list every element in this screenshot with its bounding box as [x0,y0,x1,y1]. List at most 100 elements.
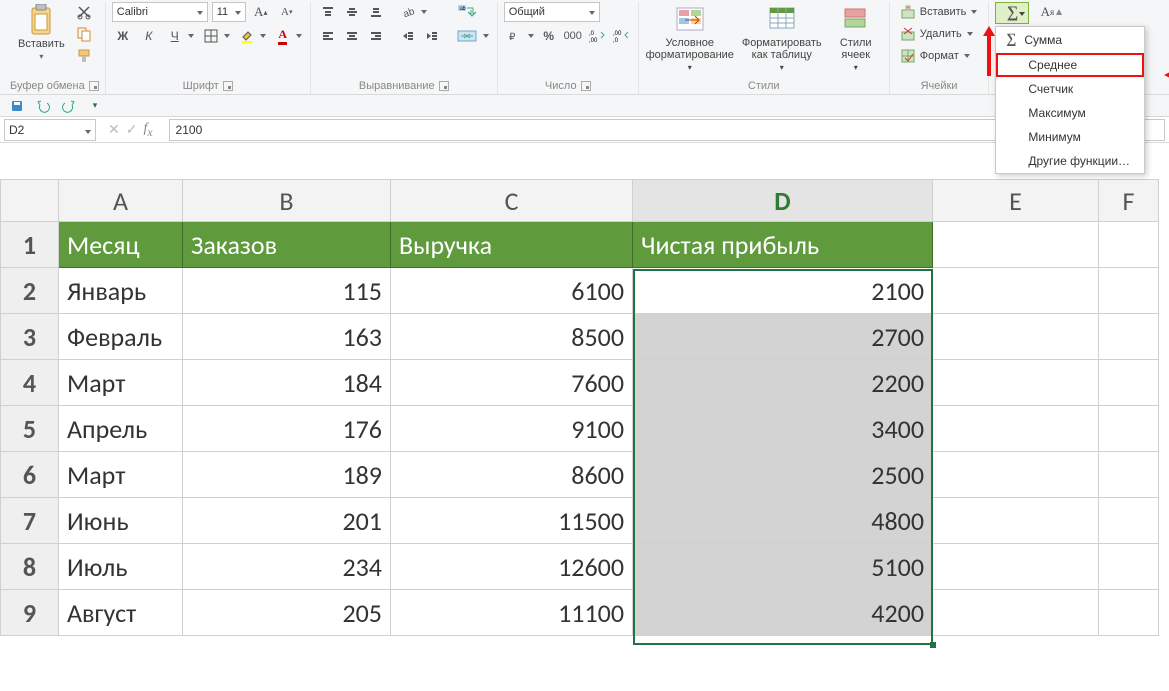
format-painter-button[interactable] [73,46,95,66]
cell[interactable] [933,590,1099,636]
conditional-formatting-button[interactable]: Условное форматирование▾ [645,2,735,74]
borders-button[interactable] [200,26,222,46]
cell[interactable]: Март [59,452,183,498]
align-middle-button[interactable] [341,2,363,22]
insert-cells-button[interactable]: + Вставить [896,2,983,22]
qat-customize-button[interactable]: ▾ [84,96,106,116]
cell[interactable]: 205 [183,590,391,636]
cell[interactable] [933,222,1099,268]
autosum-menu-more[interactable]: Другие функции… [996,149,1144,173]
underline-button[interactable]: Ч [164,26,186,46]
cell[interactable] [933,268,1099,314]
row-header[interactable]: 7 [1,498,59,544]
cell[interactable]: 163 [183,314,391,360]
cell[interactable]: Заказов [183,222,391,268]
accounting-dropdown[interactable] [526,26,536,46]
autosum-menu-average[interactable]: Среднее [996,53,1144,77]
cell[interactable]: 3400 [633,406,933,452]
cell[interactable]: 4800 [633,498,933,544]
dialog-launcher-icon[interactable] [223,81,233,91]
decrease-indent-button[interactable] [397,26,419,46]
col-header-F[interactable]: F [1099,180,1159,222]
delete-cells-button[interactable]: Удалить [896,24,983,44]
cell[interactable]: 11500 [391,498,633,544]
comma-format-button[interactable]: 000 [562,26,584,46]
fx-icon[interactable]: fx [143,121,152,139]
autosum-menu-count[interactable]: Счетчик [996,77,1144,101]
select-all-corner[interactable] [1,180,59,222]
cell[interactable]: 234 [183,544,391,590]
dialog-launcher-icon[interactable] [439,81,449,91]
cell[interactable] [933,544,1099,590]
decrease-font-button[interactable]: A▾ [276,2,298,22]
wrap-text-button[interactable]: ab [453,2,481,22]
col-header-D[interactable]: D [633,180,933,222]
orientation-button[interactable]: ab [397,2,419,22]
percent-format-button[interactable]: % [538,26,560,46]
cell[interactable]: 9100 [391,406,633,452]
align-center-button[interactable] [341,26,363,46]
italic-button[interactable]: К [138,26,160,46]
cell[interactable]: 12600 [391,544,633,590]
cell[interactable]: 184 [183,360,391,406]
cell[interactable]: 4200 [633,590,933,636]
increase-decimal-button[interactable]: ,0,00 [586,26,608,46]
font-family-select[interactable]: Calibri [112,2,208,22]
fill-color-dropdown[interactable] [258,26,268,46]
increase-font-button[interactable]: A▴ [250,2,272,22]
cell[interactable]: Июль [59,544,183,590]
cell[interactable]: Март [59,360,183,406]
cell[interactable] [1099,498,1159,544]
accounting-format-button[interactable]: ₽ [504,26,526,46]
autosum-button[interactable]: ∑ [995,2,1029,24]
cell[interactable]: 176 [183,406,391,452]
row-header[interactable]: 2 [1,268,59,314]
align-top-button[interactable] [317,2,339,22]
row-header[interactable]: 9 [1,590,59,636]
col-header-B[interactable]: B [183,180,391,222]
cell-active[interactable]: 2100 [633,268,933,314]
row-header[interactable]: 8 [1,544,59,590]
format-cells-button[interactable]: Формат [896,46,983,66]
font-size-select[interactable]: 11 [212,2,246,22]
name-box[interactable]: D2 [4,119,96,141]
cell[interactable]: 201 [183,498,391,544]
row-header-1[interactable]: 1 [1,222,59,268]
cell[interactable]: 2200 [633,360,933,406]
cell[interactable] [1099,452,1159,498]
chevron-down-icon[interactable] [85,123,91,137]
cell[interactable]: Выручка [391,222,633,268]
cell[interactable] [933,406,1099,452]
cell[interactable] [1099,590,1159,636]
cell[interactable] [1099,360,1159,406]
row-header[interactable]: 6 [1,452,59,498]
dialog-launcher-icon[interactable] [89,81,99,91]
cell-styles-button[interactable]: Стили ячеек▾ [829,2,883,74]
cell[interactable]: Август [59,590,183,636]
format-as-table-button[interactable]: Форматировать как таблицу▾ [739,2,825,74]
font-color-dropdown[interactable] [294,26,304,46]
cell[interactable] [1099,314,1159,360]
align-right-button[interactable] [365,26,387,46]
merge-dropdown[interactable] [481,26,491,46]
chevron-down-icon[interactable] [963,54,971,58]
increase-indent-button[interactable] [421,26,443,46]
autosum-menu-max[interactable]: Максимум [996,101,1144,125]
font-color-button[interactable]: A [272,26,294,46]
col-header-C[interactable]: C [391,180,633,222]
cell[interactable]: Январь [59,268,183,314]
cell[interactable] [1099,406,1159,452]
merge-cells-button[interactable] [453,26,481,46]
chevron-down-icon[interactable] [970,10,978,14]
cell[interactable]: 5100 [633,544,933,590]
cell[interactable] [933,452,1099,498]
cell[interactable]: 8600 [391,452,633,498]
cell[interactable] [933,314,1099,360]
row-header[interactable]: 4 [1,360,59,406]
cell[interactable]: 2700 [633,314,933,360]
cell[interactable]: Февраль [59,314,183,360]
cell[interactable]: 6100 [391,268,633,314]
cancel-formula-button[interactable]: ✕ [108,121,120,138]
bold-button[interactable]: Ж [112,26,134,46]
worksheet-grid[interactable]: A B C D E F 1 Месяц Заказов Выручка Чист… [0,179,1169,636]
